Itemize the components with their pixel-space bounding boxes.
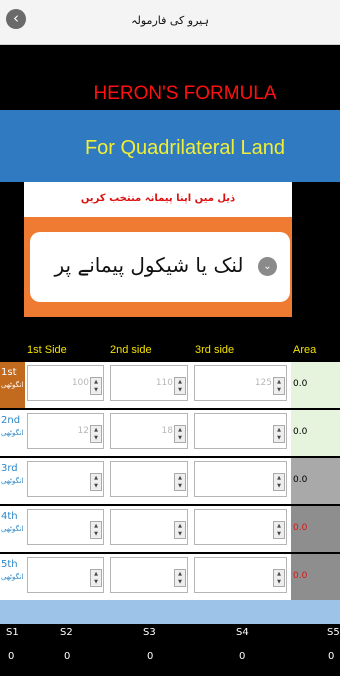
- side-cell: ▲ ▼: [108, 554, 192, 600]
- area-value-3: 0.0: [291, 458, 340, 504]
- row-label-sub: انگوٹھی: [1, 477, 24, 485]
- spinner-arrows-icon[interactable]: ▲ ▼: [273, 377, 285, 395]
- side-input-s1[interactable]: ▲ ▼: [27, 557, 104, 593]
- total-label-s2: S2: [60, 627, 73, 638]
- chevron-down-icon[interactable]: ⌄: [258, 257, 277, 276]
- row-label-ordinal: 2nd: [1, 415, 21, 426]
- row-label-5: 5th انگوٹھی: [0, 554, 25, 600]
- side-input-s1[interactable]: 12 ▲ ▼: [27, 413, 104, 449]
- side-cell: ▲ ▼: [25, 554, 108, 600]
- totals-band: [0, 600, 340, 624]
- side-input-s1[interactable]: ▲ ▼: [27, 461, 104, 497]
- side-cell: ▲ ▼: [25, 506, 108, 552]
- area-value-2: 0.0: [291, 410, 340, 456]
- spinner-arrows-icon[interactable]: ▲ ▼: [90, 521, 102, 539]
- side-input-s3[interactable]: ▲ ▼: [194, 557, 287, 593]
- side-input-s2[interactable]: ▲ ▼: [110, 509, 188, 545]
- total-label-s4: S4: [236, 627, 249, 638]
- row-label-sub: انگوٹھی: [1, 429, 24, 437]
- total-value-s1: 0: [8, 651, 15, 662]
- spinner-arrows-icon[interactable]: ▲ ▼: [90, 473, 102, 491]
- total-label-s3: S3: [143, 627, 156, 638]
- app-title: ہیرو کی فارمولہ: [131, 14, 209, 27]
- quadrilateral-subtitle: For Quadrilateral Land: [84, 137, 286, 159]
- total-value-s2: 0: [64, 651, 71, 662]
- spinner-arrows-icon[interactable]: ▲ ▼: [174, 425, 186, 443]
- side-input-s1[interactable]: 100 ▲ ▼: [27, 365, 104, 401]
- row-label-4: 4th انگوٹھی: [0, 506, 25, 552]
- side-cell: 12 ▲ ▼: [25, 410, 108, 456]
- side-cell: ▲ ▼: [192, 458, 291, 504]
- side-input-s3[interactable]: ▲ ▼: [194, 509, 287, 545]
- side-cell: ▲ ▼: [108, 506, 192, 552]
- side-input-value: 12: [77, 426, 89, 436]
- spinner-arrows-icon[interactable]: ▲ ▼: [273, 569, 285, 587]
- side-input-value: 125: [254, 378, 272, 388]
- side-cell: ▲ ▼: [108, 458, 192, 504]
- side-cell: 125 ▲ ▼: [192, 362, 291, 408]
- row-label-3: 3rd انگوٹھی: [0, 458, 25, 504]
- side-input-value: 110: [155, 378, 173, 388]
- total-label-s5: S5: [327, 627, 340, 638]
- col-header-1st-side: 1st Side: [27, 344, 67, 356]
- unit-select-value[interactable]: لنک یا شیکول پیمانے پر: [44, 253, 254, 277]
- side-input-s3[interactable]: 125 ▲ ▼: [194, 365, 287, 401]
- spinner-arrows-icon[interactable]: ▲ ▼: [174, 377, 186, 395]
- side-input-s2[interactable]: ▲ ▼: [110, 557, 188, 593]
- spinner-arrows-icon[interactable]: ▲ ▼: [273, 521, 285, 539]
- side-input-s3[interactable]: ▲ ▼: [194, 413, 287, 449]
- row-label-sub: انگوٹھی: [1, 525, 24, 533]
- side-input-s1[interactable]: ▲ ▼: [27, 509, 104, 545]
- total-value-s5: 0: [328, 651, 335, 662]
- spinner-arrows-icon[interactable]: ▲ ▼: [174, 473, 186, 491]
- row-label-ordinal: 1st: [1, 367, 17, 378]
- area-value-5: 0.0: [291, 554, 340, 600]
- col-header-3rd-side: 3rd side: [195, 344, 235, 356]
- area-value-4: 0.0: [291, 506, 340, 552]
- side-input-s2[interactable]: 110 ▲ ▼: [110, 365, 188, 401]
- side-cell: ▲ ▼: [192, 506, 291, 552]
- unit-hint: ذیل میں اپنا پیمانہ منتخب کریں: [80, 193, 236, 204]
- row-label-ordinal: 4th: [1, 511, 18, 522]
- side-input-s3[interactable]: ▲ ▼: [194, 461, 287, 497]
- row-label-1: 1st انگوٹھی: [0, 362, 25, 408]
- heron-formula-title: HERON'S FORMULA: [93, 83, 277, 104]
- spinner-arrows-icon[interactable]: ▲ ▼: [273, 425, 285, 443]
- total-value-s4: 0: [239, 651, 246, 662]
- row-label-ordinal: 3rd: [1, 463, 18, 474]
- spinner-arrows-icon[interactable]: ▲ ▼: [174, 521, 186, 539]
- side-cell: ▲ ▼: [25, 458, 108, 504]
- total-label-s1: S1: [6, 627, 19, 638]
- side-input-value: 100: [71, 378, 89, 388]
- area-value-1: 0.0: [291, 362, 340, 408]
- side-cell: 18 ▲ ▼: [108, 410, 192, 456]
- row-label-2: 2nd انگوٹھی: [0, 410, 25, 456]
- col-header-area: Area: [293, 344, 317, 356]
- side-input-value: 18: [161, 426, 173, 436]
- side-cell: 110 ▲ ▼: [108, 362, 192, 408]
- row-label-sub: انگوٹھی: [1, 381, 24, 389]
- bottom-strip: [0, 676, 340, 680]
- row-label-sub: انگوٹھی: [1, 573, 24, 581]
- spinner-arrows-icon[interactable]: ▲ ▼: [174, 569, 186, 587]
- col-header-2nd-side: 2nd side: [110, 344, 152, 356]
- spinner-arrows-icon[interactable]: ▲ ▼: [273, 473, 285, 491]
- side-cell: ▲ ▼: [192, 410, 291, 456]
- spinner-arrows-icon[interactable]: ▲ ▼: [90, 425, 102, 443]
- side-cell: 100 ▲ ▼: [25, 362, 108, 408]
- row-label-ordinal: 5th: [1, 559, 18, 570]
- spinner-arrows-icon[interactable]: ▲ ▼: [90, 377, 102, 395]
- side-cell: ▲ ▼: [192, 554, 291, 600]
- side-input-s2[interactable]: ▲ ▼: [110, 461, 188, 497]
- spinner-arrows-icon[interactable]: ▲ ▼: [90, 569, 102, 587]
- side-input-s2[interactable]: 18 ▲ ▼: [110, 413, 188, 449]
- total-value-s3: 0: [147, 651, 154, 662]
